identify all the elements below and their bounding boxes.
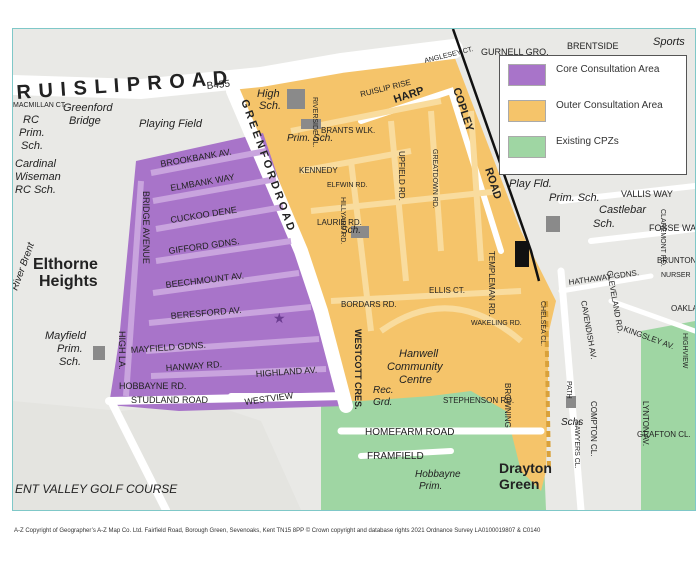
label-grafton: GRAFTON CL. — [637, 430, 691, 439]
label-brentside: BRENTSIDE — [567, 41, 619, 51]
label-mayfield-3: Sch. — [59, 356, 81, 368]
label-highview: HIGHVIEW — [681, 333, 688, 369]
legend-label-core: Core Consultation Area — [556, 64, 660, 75]
label-greenford-bridge-1: Greenford — [63, 102, 113, 114]
label-schs: Schs — [561, 417, 583, 428]
label-cardinal-1: Cardinal — [15, 158, 57, 170]
label-play-fld: Play Fld. — [509, 178, 552, 190]
label-valley-golf: ENT VALLEY GOLF COURSE — [15, 482, 178, 496]
label-elthorne-1: Elthorne — [33, 256, 98, 273]
legend-label-outer: Outer Consultation Area — [556, 100, 663, 111]
label-brants: BRANTS WLK. — [321, 126, 375, 135]
label-rc-prim-1: RC — [23, 114, 39, 126]
label-riverside: RIVERSIDE CL. — [311, 97, 318, 148]
label-oakla: OAKLA — [671, 304, 695, 313]
label-westcott: WESTCOTT CRES. — [353, 329, 363, 410]
label-castlebar-sch-1: Castlebar — [599, 204, 647, 216]
label-greatdown: GREATDOWN RD. — [431, 149, 438, 209]
label-chelsea: CHELSEA CL. — [539, 301, 546, 346]
label-wakeling: WAKELING RD. — [471, 320, 522, 327]
label-framfield: FRAMFIELD — [367, 451, 424, 462]
label-homefarm: HOMEFARM ROAD — [365, 427, 454, 438]
label-compton: COMPTON CL. — [589, 401, 598, 456]
label-ellis: ELLIS CT. — [429, 286, 465, 295]
map-legend: Core Consultation Area Outer Consultatio… — [499, 55, 687, 175]
label-hobbayne: HOBBAYNE RD. — [119, 381, 186, 391]
label-hobbayne-prim-2: Prim. — [419, 481, 442, 492]
label-browning: BROWNING — [503, 383, 512, 428]
label-hanwell-3: Centre — [399, 374, 432, 386]
legend-swatch-core — [508, 64, 546, 86]
label-upfield: UPFIELD RD. — [397, 151, 406, 201]
label-sawyers: SAWYERS CL. — [573, 421, 580, 469]
label-hanwell-1: Hanwell — [399, 348, 439, 360]
label-cardinal-3: RC Sch. — [15, 184, 56, 196]
label-mayfield-1: Mayfield — [45, 330, 87, 342]
label-vallis: VALLIS WAY — [621, 189, 673, 199]
label-drayton-2: Green — [499, 476, 539, 492]
label-bordars: BORDARS RD. — [341, 300, 397, 309]
label-mayfield-2: Prim. — [57, 343, 83, 355]
label-castlebar-sch-2: Sch. — [593, 218, 615, 230]
star-marker: ★ — [273, 310, 286, 326]
label-hobbayne-prim-1: Hobbayne — [415, 469, 461, 480]
legend-item-outer: Outer Consultation Area — [508, 100, 676, 122]
label-lynton: LYNTON AV. — [641, 401, 650, 446]
legend-swatch-cpz — [508, 136, 546, 158]
label-rec-1: Rec. — [373, 385, 394, 396]
label-high-sch-1: High — [257, 88, 280, 100]
label-rec-2: Grd. — [373, 397, 392, 408]
label-studland: STUDLAND ROAD — [131, 395, 209, 405]
label-nursery: NURSER — [661, 272, 691, 279]
legend-item-cpz: Existing CPZs — [508, 136, 676, 158]
label-kennedy: KENNEDY — [299, 166, 338, 175]
label-brunton: BRUNTON — [657, 256, 695, 265]
castle-bar-station — [515, 241, 529, 267]
legend-swatch-outer — [508, 100, 546, 122]
label-drayton-1: Drayton — [499, 460, 552, 476]
copyright-notice: A-Z Copyright of Geographer’s A-Z Map Co… — [14, 528, 541, 534]
label-fosse: FOSSE WAY — [649, 223, 695, 233]
label-mcmillan: MACMILLAN CT. — [13, 102, 66, 109]
label-bridge-av: BRIDGE AVENUE — [141, 191, 151, 264]
label-playing-field: Playing Field — [139, 118, 203, 130]
label-high-la: HIGH LA. — [117, 331, 127, 370]
label-elfwin: ELFWIN RD. — [327, 182, 368, 189]
label-cardinal-2: Wiseman — [15, 171, 61, 183]
label-hanwell-2: Community — [387, 361, 444, 373]
label-rc-prim-2: Prim. — [19, 127, 45, 139]
label-templeman: TEMPLEMAN RD. — [487, 251, 496, 317]
label-sch: Sch. — [341, 225, 361, 236]
legend-label-cpz: Existing CPZs — [556, 136, 619, 147]
label-elthorne-2: Heights — [39, 273, 98, 290]
label-sports: Sports — [653, 36, 685, 48]
legend-item-core: Core Consultation Area — [508, 64, 676, 86]
label-path: PATH — [565, 381, 572, 399]
label-greenford-bridge-2: Bridge — [69, 115, 101, 127]
label-high-sch-2: Sch. — [259, 100, 281, 112]
label-prim-sch-2: Prim. Sch. — [549, 192, 600, 204]
map-frame[interactable]: ★ R U I S L I P R O A D B455 G R E E N F… — [12, 28, 696, 511]
label-hillyard: HILLYARD RD. — [339, 197, 346, 244]
label-rc-prim-3: Sch. — [21, 140, 43, 152]
